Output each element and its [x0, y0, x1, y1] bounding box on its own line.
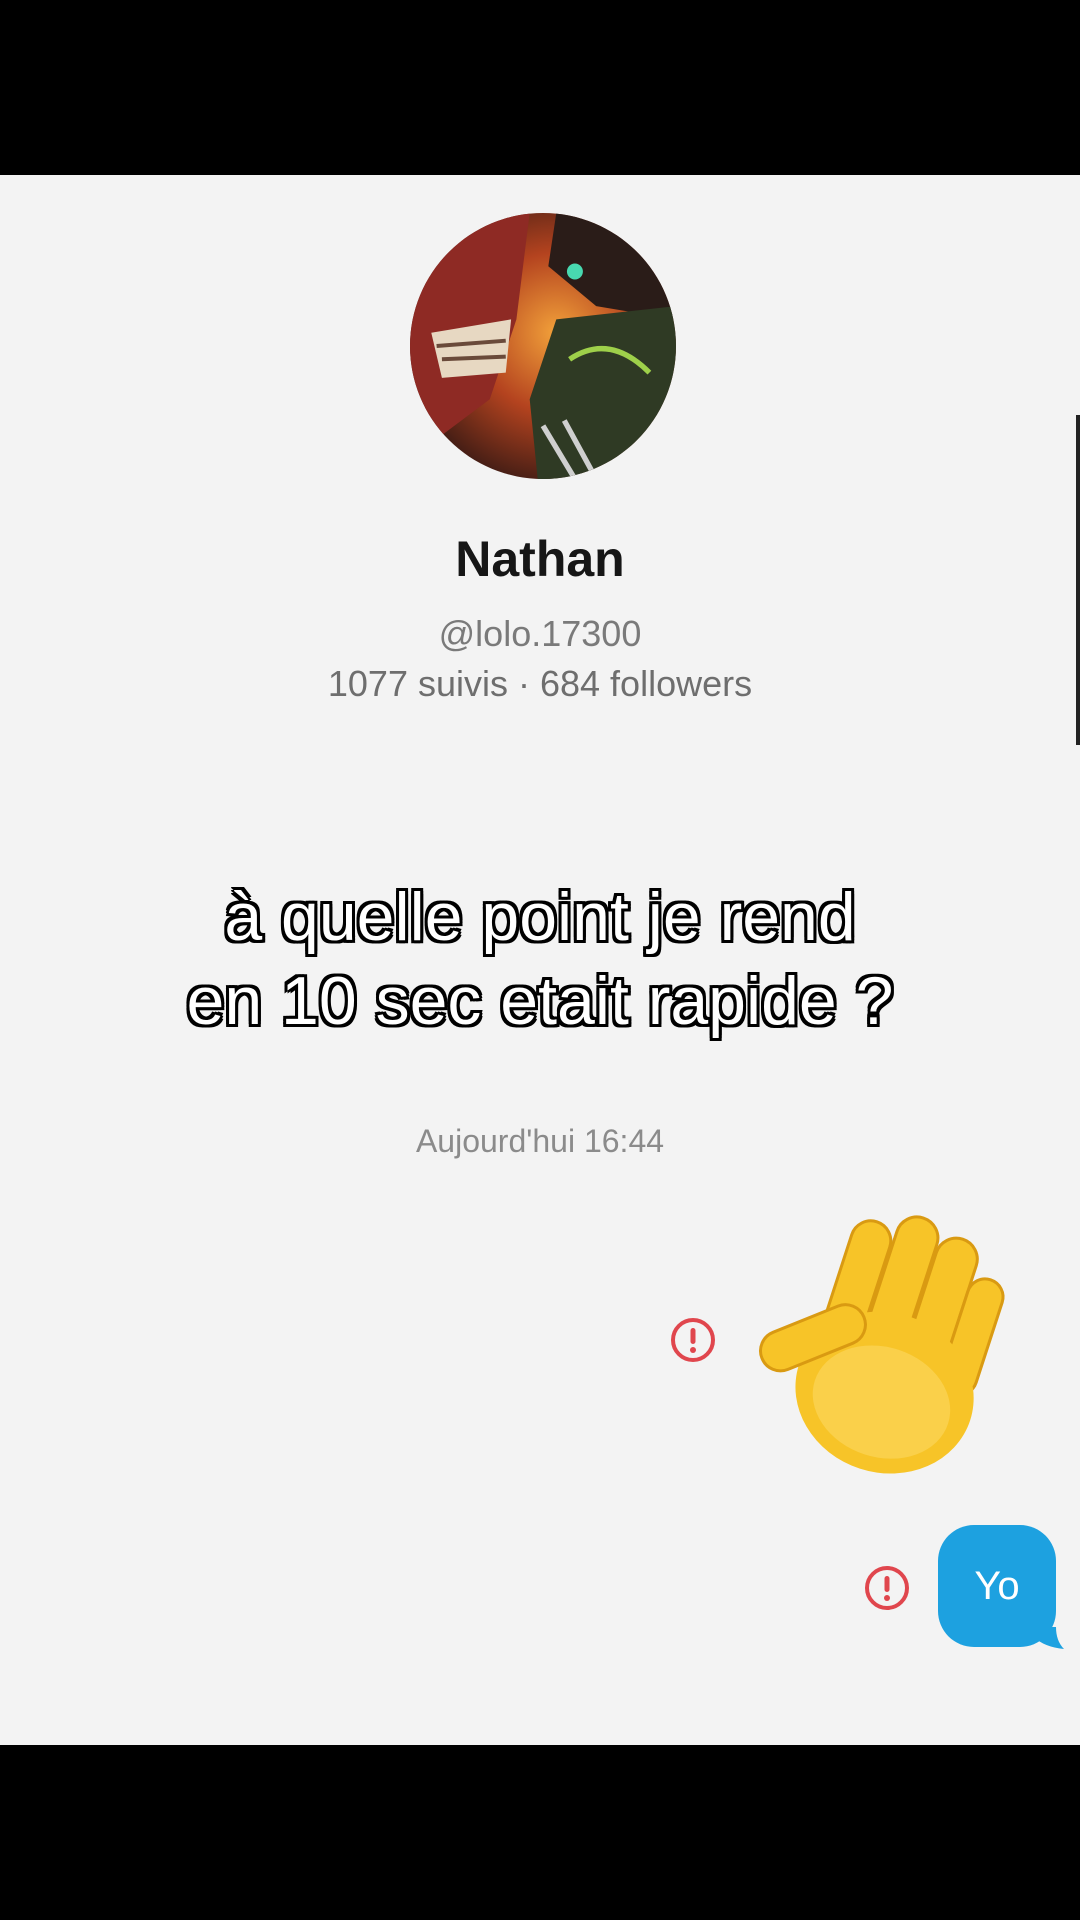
caption-line-2: en 10 sec etait rapide ?	[186, 963, 894, 1039]
message-error-icon[interactable]	[864, 1565, 910, 1611]
message-text: Yo	[974, 1563, 1020, 1608]
bubble-tail	[1034, 1627, 1064, 1649]
caption-line-1: à quelle point je rend	[224, 879, 856, 955]
chat-timestamp: Aujourd'hui 16:44	[415, 1123, 665, 1159]
message-error-icon[interactable]	[670, 1317, 716, 1363]
waving-hand-icon[interactable]	[750, 1195, 1050, 1495]
avatar-image	[410, 213, 676, 479]
profile-stats: 1077 suivis · 684 followers	[327, 663, 753, 704]
video-caption-overlay: à quelle point je rend en 10 sec etait r…	[0, 875, 1080, 1043]
profile-name: Nathan	[455, 531, 625, 587]
chat-screen: Nathan @lolo.17300 1077 suivis · 684 fol…	[0, 175, 1080, 1745]
avatar[interactable]	[410, 213, 676, 479]
profile-handle: @lolo.17300	[438, 613, 642, 654]
